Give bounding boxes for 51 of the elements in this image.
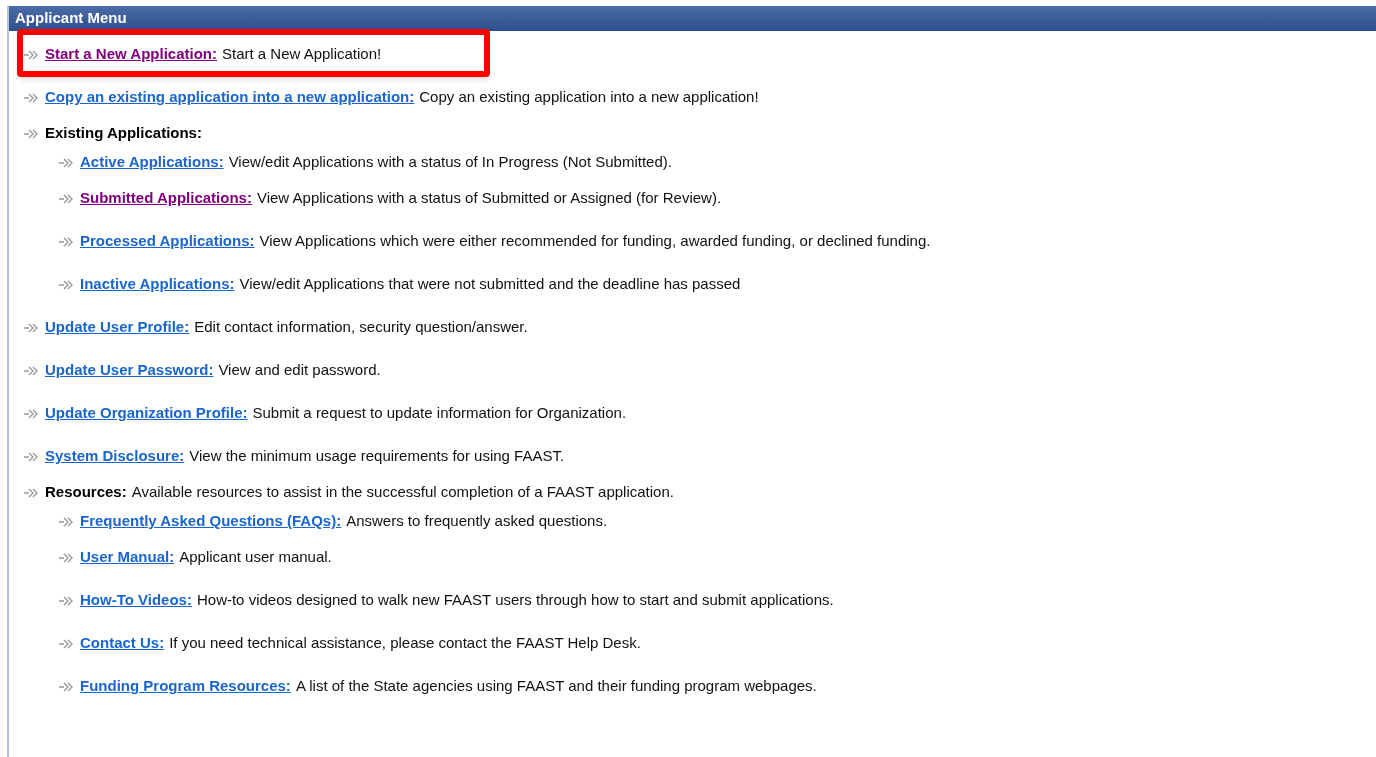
menu-link[interactable]: Copy an existing application into a new application: [45, 86, 415, 109]
menu-description: Applicant user manual. [179, 547, 332, 568]
menu-description: Start a New Application! [221, 44, 382, 65]
double-chevron-icon [24, 451, 40, 462]
double-chevron-icon [59, 236, 75, 247]
menu-link[interactable]: How-To Videos: [80, 589, 192, 612]
menu-description: View/edit Applications that were not submitted and the deadline has passed [239, 274, 741, 295]
menu-link[interactable]: User Manual: [80, 546, 175, 569]
menu-link[interactable]: Update User Password: [45, 359, 214, 382]
menu-description: View Applications with a status of Submitted or Assigned (for Review). [256, 188, 722, 209]
menu-link[interactable]: Frequently Asked Questions (FAQs): [80, 510, 342, 533]
menu-description: View Applications which were either recommended for funding, awarded funding, or declined funding. [259, 231, 931, 252]
menu-description: Available resources to assist in the successful completion of a FAAST application. [131, 482, 674, 503]
menu-link[interactable]: Processed Applications: [80, 230, 255, 253]
double-chevron-icon [59, 681, 75, 692]
double-chevron-icon [24, 487, 40, 498]
menu-description: View/edit Applications with a status of In Progress (Not Submitted). [228, 152, 672, 173]
menu-link[interactable]: Active Applications: [80, 151, 224, 174]
menu-description: How-to videos designed to walk new FAAST users through how to start and submit applications. [196, 590, 834, 611]
menu-description: Copy an existing application into a new application! [419, 87, 759, 108]
menu-description: Answers to frequently asked questions. [346, 511, 608, 532]
double-chevron-icon [59, 279, 75, 290]
menu-link[interactable]: System Disclosure: [45, 445, 185, 468]
menu-description: Edit contact information, security question/answer. [194, 317, 528, 338]
menu-link[interactable]: Submitted Applications: [80, 187, 252, 210]
double-chevron-icon [59, 516, 75, 527]
menu-description: A list of the State agencies using FAAST and their funding program webpages. [295, 676, 817, 697]
menu-description: View the minimum usage requirements for using FAAST. [189, 446, 565, 467]
double-chevron-icon [59, 193, 75, 204]
menu-description: Submit a request to update information for Organization. [252, 403, 627, 424]
double-chevron-icon [24, 92, 40, 103]
menu-description: View and edit password. [218, 360, 381, 381]
menu-link[interactable]: Contact Us: [80, 632, 165, 655]
menu-link[interactable]: Update User Profile: [45, 316, 190, 339]
section-heading: Existing Applications: [45, 123, 202, 144]
menu-description: If you need technical assistance, please contact the FAAST Help Desk. [169, 633, 641, 654]
double-chevron-icon [59, 638, 75, 649]
section-heading: Resources: [45, 482, 127, 503]
menu-link[interactable]: Funding Program Resources: [80, 675, 291, 698]
menu-link[interactable]: Start a New Application: [45, 43, 217, 66]
double-chevron-icon [24, 365, 40, 376]
menu-link[interactable]: Inactive Applications: [80, 273, 235, 296]
double-chevron-icon [24, 322, 40, 333]
double-chevron-icon [59, 595, 75, 606]
double-chevron-icon [59, 552, 75, 563]
double-chevron-icon [24, 49, 40, 60]
double-chevron-icon [24, 128, 40, 139]
panel-title: Applicant Menu [15, 8, 127, 29]
menu-link[interactable]: Update Organization Profile: [45, 402, 248, 425]
double-chevron-icon [24, 408, 40, 419]
double-chevron-icon [59, 157, 75, 168]
